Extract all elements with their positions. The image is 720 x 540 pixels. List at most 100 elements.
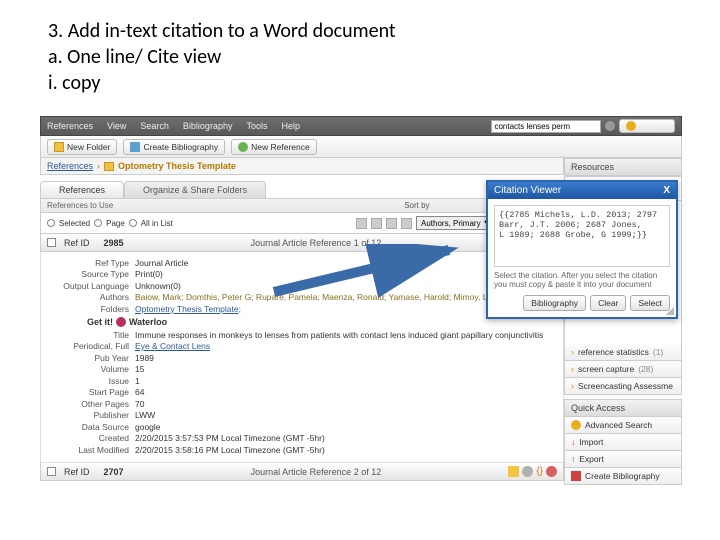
fk-outlang: Output Language <box>47 281 135 291</box>
fv-title: Immune responses in monkeys to lenses fr… <box>135 330 557 340</box>
fk-spage: Start Page <box>47 387 135 397</box>
sidebar-label: reference statistics <box>578 347 649 357</box>
sidebar-item-screencap[interactable]: › screen capture (28) <box>564 361 682 378</box>
radio-all[interactable] <box>129 219 137 227</box>
attach-icon[interactable] <box>522 466 533 477</box>
magnify-icon <box>626 121 636 131</box>
popup-bibliography-button[interactable]: Bibliography <box>523 295 586 311</box>
fv-created: 2/20/2015 3:57:53 PM Local Timezone (GMT… <box>135 433 557 443</box>
add-list-icon[interactable] <box>371 218 382 229</box>
fk-issue: Issue <box>47 376 135 386</box>
breadcrumb-folder[interactable]: Optometry Thesis Template <box>118 161 236 171</box>
institution-icon <box>116 317 126 327</box>
popup-select-button[interactable]: Select <box>630 295 670 311</box>
bibliography-icon <box>571 471 581 481</box>
radio-selected[interactable] <box>47 219 55 227</box>
all-in-list-label: All in List <box>141 219 173 228</box>
popup-titlebar[interactable]: Citation Viewer X <box>488 182 676 199</box>
reference-header-2: Ref ID 2707 Journal Article Reference 2 … <box>40 463 564 481</box>
sidebar-label: screen capture <box>578 364 634 374</box>
ref-id-label: Ref ID <box>64 238 90 248</box>
fk-srctype: Source Type <box>47 269 135 279</box>
search-button[interactable]: Search <box>619 119 675 133</box>
fv-opages: 70 <box>135 399 557 409</box>
star-icon[interactable] <box>508 466 519 477</box>
view-icon[interactable] <box>546 466 557 477</box>
tab-organize[interactable]: Organize & Share Folders <box>124 181 266 198</box>
fk-vol: Volume <box>47 364 135 374</box>
getit-label: Get it! <box>87 317 113 327</box>
bibliography-icon <box>130 142 140 152</box>
tab-references[interactable]: References <box>40 181 124 198</box>
qa-import[interactable]: ↓ Import <box>564 434 682 451</box>
create-bibliography-button[interactable]: Create Bibliography <box>123 139 225 155</box>
ref-id-label-2: Ref ID <box>64 467 90 477</box>
fv-periodical[interactable]: Eye & Contact Lens <box>135 341 557 351</box>
ref-checkbox-2[interactable] <box>47 467 56 476</box>
close-button[interactable]: X <box>663 185 670 196</box>
resize-handle[interactable] <box>666 307 674 315</box>
create-biblio-label: Create Bibliography <box>143 142 218 152</box>
new-reference-button[interactable]: New Reference <box>231 139 317 155</box>
menu-help[interactable]: Help <box>281 121 300 131</box>
qa-label: Advanced Search <box>585 420 652 430</box>
magnify-icon <box>571 420 581 430</box>
menu-bibliography[interactable]: Bibliography <box>183 121 233 131</box>
qa-create-biblio[interactable]: Create Bibliography <box>564 468 682 485</box>
popup-clear-button[interactable]: Clear <box>590 295 626 311</box>
search-dropdown-icon[interactable] <box>605 121 615 131</box>
fv-pub: LWW <box>135 410 557 420</box>
refs-to-use-label: References to Use <box>47 201 113 210</box>
sidebar-count: (1) <box>653 347 663 357</box>
menu-references[interactable]: References <box>47 121 93 131</box>
qa-export[interactable]: ↑ Export <box>564 451 682 468</box>
chevron-icon: › <box>571 347 574 357</box>
selected-label: Selected <box>59 219 90 228</box>
fv-dsrc: google <box>135 422 557 432</box>
menu-tools[interactable]: Tools <box>246 121 267 131</box>
fv-issue: 1 <box>135 376 557 386</box>
popup-hint: Select the citation. After you select th… <box>494 271 670 289</box>
fk-created: Created <box>47 433 135 443</box>
resources-header: Resources <box>564 158 682 176</box>
refworks-app: References View Search Bibliography Tool… <box>40 116 682 516</box>
sidebar-count: (28) <box>638 364 653 374</box>
chevron-icon: › <box>97 161 100 171</box>
breadcrumb-root[interactable]: References <box>47 161 93 171</box>
delete-icon[interactable] <box>386 218 397 229</box>
folder-icon <box>104 162 114 171</box>
chevron-icon: › <box>571 381 574 391</box>
sort-by-label: Sort by <box>404 201 429 210</box>
ref-position: Journal Article Reference 1 of 12 <box>251 238 382 248</box>
menubar-search-input[interactable] <box>491 120 601 133</box>
new-folder-label: New Folder <box>67 142 110 152</box>
ref-id-value: 2985 <box>104 238 124 248</box>
radio-page[interactable] <box>94 219 102 227</box>
fk-year: Pub Year <box>47 353 135 363</box>
fv-vol: 15 <box>135 364 557 374</box>
ref-checkbox-1[interactable] <box>47 238 56 247</box>
move-folder-icon[interactable] <box>356 218 367 229</box>
menubar: References View Search Bibliography Tool… <box>40 116 682 136</box>
qa-advanced-search[interactable]: Advanced Search <box>564 417 682 434</box>
menu-view[interactable]: View <box>107 121 126 131</box>
sidebar-item-refstats[interactable]: › reference statistics (1) <box>564 344 682 361</box>
fv-year: 1989 <box>135 353 557 363</box>
slide-line3: i. copy <box>48 70 720 96</box>
sidebar-item-screencast[interactable]: › Screencasting Assessme <box>564 378 682 395</box>
export-icon: ↑ <box>571 454 575 464</box>
qa-label: Create Bibliography <box>585 471 660 481</box>
citation-text-area[interactable]: {{2785 Michels, L.D. 2013; 2797 Barr, J.… <box>494 205 670 267</box>
qa-label: Import <box>579 437 603 447</box>
sidebar-label: Screencasting Assessme <box>578 381 673 391</box>
folder-icon <box>54 142 64 152</box>
fk-authors: Authors <box>47 292 135 302</box>
page-label: Page <box>106 219 125 228</box>
new-folder-button[interactable]: New Folder <box>47 139 117 155</box>
print-icon[interactable] <box>401 218 412 229</box>
menu-search[interactable]: Search <box>140 121 169 131</box>
cite-icon[interactable]: {} <box>536 466 543 477</box>
fk-folders: Folders <box>47 304 135 314</box>
slide-line2: a. One line/ Cite view <box>48 44 720 70</box>
fk-opages: Other Pages <box>47 399 135 409</box>
